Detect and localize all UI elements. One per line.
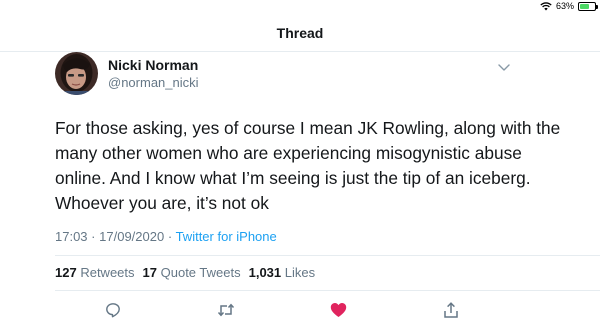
- battery-level: [580, 3, 589, 9]
- chevron-down-icon[interactable]: [498, 62, 510, 72]
- heart-icon: [330, 303, 346, 317]
- tweet-text: For those asking, yes of course I mean J…: [55, 118, 561, 213]
- page-title: Thread: [276, 24, 324, 41]
- author-name[interactable]: Nicki Norman: [108, 57, 199, 73]
- tweet-time: 17:03: [55, 229, 88, 244]
- retweet-icon: [217, 303, 235, 317]
- avatar[interactable]: [55, 51, 98, 95]
- reply-button[interactable]: [104, 301, 122, 319]
- tweet-metadata: 17:03 · 17/09/2020 · Twitter for iPhone: [55, 229, 277, 244]
- tweet-stats: 127 Retweets 17 Quote Tweets 1,031 Likes: [55, 265, 315, 280]
- retweets-count: 127: [55, 265, 77, 280]
- tweet-actions: [0, 296, 600, 320]
- tweet-date: 17/09/2020: [99, 229, 165, 244]
- retweet-button[interactable]: [217, 301, 235, 319]
- wifi-icon: [540, 1, 552, 10]
- likes-stat[interactable]: 1,031 Likes: [249, 265, 316, 280]
- tweet-source-link[interactable]: Twitter for iPhone: [176, 229, 277, 244]
- like-button[interactable]: [329, 301, 347, 319]
- divider: [55, 290, 600, 291]
- nav-header: Thread: [0, 14, 600, 52]
- quote-tweets-stat[interactable]: 17 Quote Tweets: [143, 265, 241, 280]
- reply-icon: [106, 303, 120, 318]
- share-button[interactable]: [442, 301, 460, 319]
- battery-icon: [578, 1, 598, 11]
- quote-count: 17: [142, 265, 157, 280]
- divider: [55, 255, 600, 256]
- status-indicators: 63%: [540, 1, 598, 11]
- share-icon: [444, 301, 458, 318]
- retweets-stat[interactable]: 127 Retweets: [55, 265, 135, 280]
- status-bar: 63%: [0, 0, 600, 14]
- likes-label: Likes: [284, 265, 316, 280]
- quote-label: Quote Tweets: [160, 265, 241, 280]
- battery-percentage: 63%: [555, 1, 574, 11]
- retweets-label: Retweets: [80, 265, 135, 280]
- likes-count: 1,031: [248, 265, 282, 280]
- meta-separator: ·: [167, 229, 173, 244]
- tweet-author[interactable]: Nicki Norman @norman_nicki: [55, 50, 515, 96]
- meta-separator: ·: [91, 229, 96, 244]
- author-handle[interactable]: @norman_nicki: [108, 75, 199, 90]
